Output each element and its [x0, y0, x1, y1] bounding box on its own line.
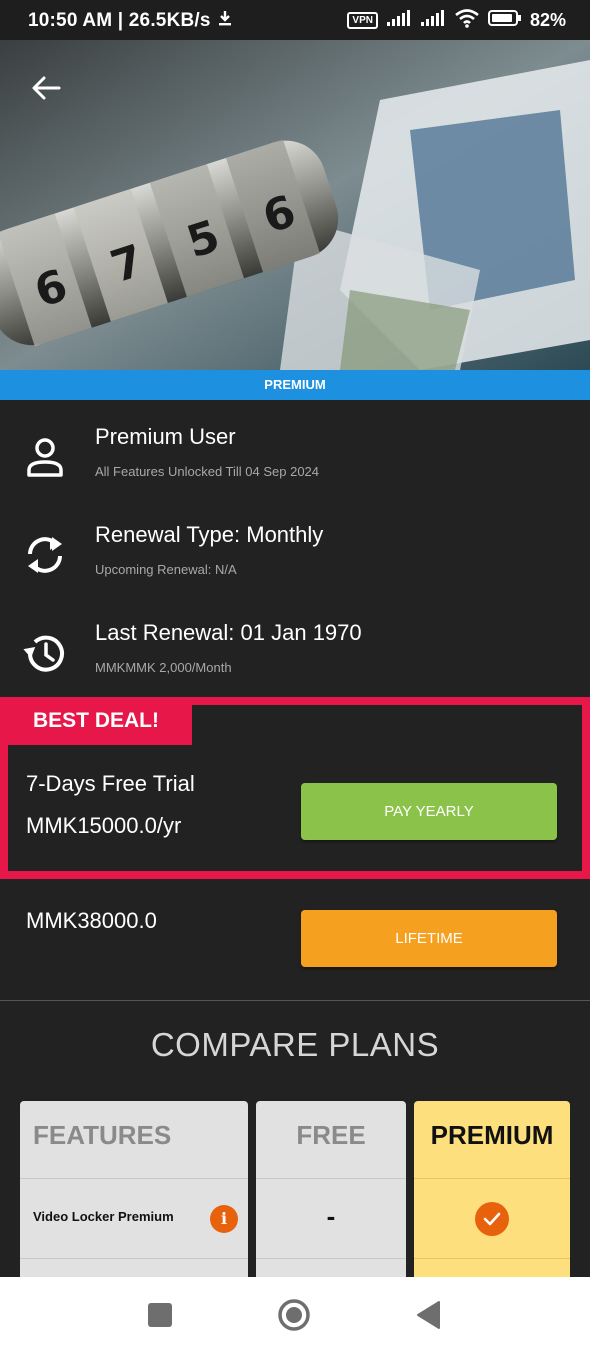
vpn-icon: VPN — [347, 12, 378, 29]
free-header: FREE — [256, 1101, 406, 1179]
lock-photo: 6 7 5 6 — [0, 40, 590, 370]
system-nav-bar — [0, 1277, 590, 1354]
check-icon — [475, 1202, 509, 1236]
best-deal-tag: BEST DEAL! — [0, 697, 192, 745]
status-left: 10:50 AM | 26.5KB/s — [28, 9, 233, 33]
square-icon — [148, 1303, 172, 1327]
premium-column: PREMIUM — [414, 1101, 570, 1301]
circle-home-icon — [278, 1299, 310, 1331]
status-right: VPN 82% — [347, 8, 566, 33]
battery-percent: 82% — [529, 10, 566, 30]
lifetime-button[interactable]: LIFETIME — [301, 910, 557, 967]
lifetime-price: MMK38000.0 — [26, 908, 157, 933]
feature-name: Video Locker Premium — [33, 1209, 174, 1224]
wifi-icon — [454, 8, 480, 33]
free-value: - — [326, 1201, 336, 1231]
premium-user-row: Premium User All Features Unlocked Till … — [0, 402, 590, 500]
sync-icon — [22, 532, 68, 578]
renewal-title: Renewal Type: Monthly — [95, 522, 324, 547]
features-header: FEATURES — [20, 1101, 248, 1179]
pay-yearly-button[interactable]: PAY YEARLY — [301, 783, 557, 840]
premium-header: PREMIUM — [414, 1101, 570, 1179]
recents-button[interactable] — [142, 1297, 178, 1333]
triangle-back-icon — [417, 1301, 440, 1329]
user-icon — [22, 434, 68, 480]
last-renewal-title: Last Renewal: 01 Jan 1970 — [95, 620, 362, 645]
last-renewal-row: Last Renewal: 01 Jan 1970 MMKMMK 2,000/M… — [0, 598, 590, 696]
free-column: FREE - — [256, 1101, 406, 1301]
yearly-price: MMK15000.0/yr — [26, 813, 182, 838]
arrow-left-icon — [32, 76, 61, 100]
time-and-speed: 10:50 AM | 26.5KB/s — [28, 10, 211, 31]
renewal-subtitle: Upcoming Renewal: N/A — [95, 562, 237, 577]
signal-icon — [386, 9, 412, 32]
free-trial-label: 7-Days Free Trial — [26, 771, 195, 796]
signal-icon-2 — [420, 9, 446, 32]
best-deal-card: BEST DEAL! 7-Days Free Trial MMK15000.0/… — [0, 697, 590, 879]
last-renewal-subtitle: MMKMMK 2,000/Month — [95, 660, 232, 675]
divider — [0, 1000, 590, 1001]
home-button[interactable] — [276, 1297, 312, 1333]
feature-row: Video Locker Premium i — [20, 1179, 248, 1259]
premium-row — [414, 1179, 570, 1259]
features-column: FEATURES Video Locker Premium i — [20, 1101, 248, 1301]
compare-plans-title: COMPARE PLANS — [150, 1026, 440, 1063]
download-icon — [217, 9, 233, 33]
battery-icon — [487, 9, 522, 32]
nav-back-button[interactable] — [410, 1297, 446, 1333]
history-icon — [22, 630, 68, 676]
hero-image: 6 7 5 6 — [0, 40, 590, 370]
back-button[interactable] — [28, 70, 64, 106]
premium-banner: PREMIUM — [0, 370, 590, 400]
renewal-type-row: Renewal Type: Monthly Upcoming Renewal: … — [0, 500, 590, 598]
user-subtitle: All Features Unlocked Till 04 Sep 2024 — [95, 464, 320, 479]
free-row: - — [256, 1179, 406, 1259]
status-bar: 10:50 AM | 26.5KB/s VPN 82% — [0, 0, 590, 40]
user-title: Premium User — [95, 424, 236, 449]
info-icon[interactable]: i — [210, 1205, 238, 1233]
